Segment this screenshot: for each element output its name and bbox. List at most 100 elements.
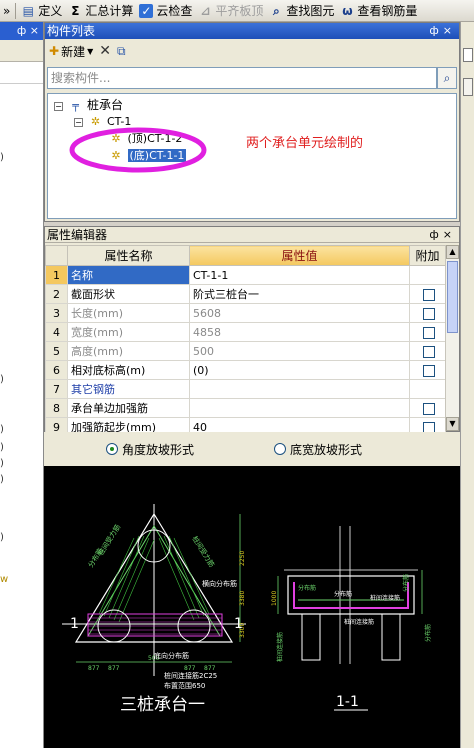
close-icon[interactable]: ×	[443, 24, 456, 37]
property-row[interactable]: 2 截面形状 阶式三桩台一	[45, 284, 446, 304]
view-rebar-button[interactable]: ω 查看钢筋量	[337, 1, 420, 21]
attach-checkbox[interactable]	[423, 402, 435, 415]
property-editor-panel: 属性编辑器 ф× 属性名称 属性值 附加 1 名称 CT-1-1 2 截面形状 阶式三桩台…	[44, 226, 460, 437]
rebar-label: 分布筋	[334, 590, 352, 598]
scroll-down-icon[interactable]: ▼	[446, 417, 459, 431]
find-element-button[interactable]: ⌕ 查找图元	[266, 1, 337, 21]
collapse-icon[interactable]: −	[54, 101, 63, 111]
summary-calc-button[interactable]: Σ 汇总计算	[65, 1, 136, 21]
attach-cell	[409, 379, 446, 399]
property-row[interactable]: 4 宽度(mm) 4858	[45, 322, 446, 342]
attach-checkbox[interactable]	[423, 326, 435, 339]
delete-icon[interactable]: ✕	[99, 43, 111, 59]
align-slab-top-button[interactable]: ⊿ 平齐板顶	[195, 1, 266, 21]
scroll-up-icon[interactable]: ▲	[446, 245, 459, 259]
search-placeholder: 搜索构件...	[51, 71, 111, 85]
property-row[interactable]: 6 相对底标高(m) (0)	[45, 360, 446, 380]
tree-root-label: 桩承台	[87, 98, 124, 112]
search-input[interactable]: 搜索构件...	[47, 67, 437, 89]
define-label: 定义	[38, 4, 63, 18]
attach-cell	[409, 284, 446, 304]
overflow-label: »	[3, 3, 11, 18]
property-value-cell[interactable]: 5608	[189, 303, 410, 323]
row-index: 6	[45, 360, 68, 380]
property-name-cell: 相对底标高(m)	[67, 360, 190, 380]
new-component-button[interactable]: ✚ 新建 ▼	[49, 43, 93, 60]
angle-slope-label: 角度放坡形式	[122, 442, 195, 457]
attach-checkbox[interactable]	[423, 345, 435, 358]
property-value-cell[interactable]: (0)	[189, 360, 410, 380]
pin-icon[interactable]: ф	[429, 24, 442, 37]
rebar-label: 分布筋	[86, 546, 105, 569]
slope-options: 角度放坡形式 底宽放坡形式	[44, 432, 460, 466]
property-row[interactable]: 3 长度(mm) 5608	[45, 303, 446, 323]
attach-cell	[409, 265, 446, 285]
component-list-panel: 构件列表 ф× ✚ 新建 ▼ ✕ ⧉ 搜索构件... ⌕ − ╤ 桩承台 − ✲…	[44, 22, 460, 222]
dim-text: 1000	[271, 591, 278, 606]
define-button[interactable]: ▤ 定义	[18, 1, 65, 21]
dim-text: 877	[108, 665, 120, 672]
property-value-cell[interactable]	[189, 379, 410, 399]
angle-slope-radio[interactable]: 角度放坡形式	[106, 441, 194, 458]
property-header-row: 属性名称 属性值 附加	[45, 245, 446, 266]
width-slope-label: 底宽放坡形式	[290, 442, 363, 457]
left-mark: )	[0, 374, 4, 385]
attach-checkbox[interactable]	[423, 307, 435, 320]
left-panel-row	[0, 62, 43, 84]
component-toolbar: ✚ 新建 ▼ ✕ ⧉	[45, 39, 459, 63]
search-button[interactable]: ⌕	[437, 67, 457, 89]
property-row[interactable]: 1 名称 CT-1-1	[45, 265, 446, 285]
property-name-cell: 宽度(mm)	[67, 322, 190, 342]
tree-node-root[interactable]: − ╤ 桩承台	[54, 98, 123, 113]
property-row[interactable]: 5 高度(mm) 500	[45, 341, 446, 361]
pin-icon[interactable]: ф	[429, 228, 442, 241]
property-row[interactable]: 7 其它钢筋	[45, 379, 446, 399]
property-value-cell[interactable]: CT-1-1	[189, 265, 410, 285]
left-mark: w	[0, 574, 9, 585]
attach-checkbox[interactable]	[423, 364, 435, 377]
section-pile-left	[301, 613, 321, 661]
right-tab[interactable]	[463, 78, 473, 96]
row-index: 8	[45, 398, 68, 418]
find-icon: ⌕	[273, 3, 280, 18]
property-editor-title: 属性编辑器	[47, 228, 108, 242]
close-icon[interactable]: ×	[30, 24, 39, 37]
attach-cell	[409, 341, 446, 361]
cad-drawing-svg: 877 877 877 877 500 3380 2250 3300 桩间受力筋…	[62, 504, 432, 715]
property-value-cell[interactable]: 4858	[189, 322, 410, 342]
header-attach: 附加	[409, 245, 446, 266]
cloud-check-button[interactable]: ✓ 云检查	[136, 1, 195, 21]
bottom-rebar-band	[87, 613, 223, 637]
property-name-cell: 截面形状	[67, 284, 190, 304]
property-row[interactable]: 8 承台单边加强筋	[45, 398, 446, 418]
annotation-note: 两个承台单元绘制的	[246, 136, 364, 151]
attach-cell	[409, 398, 446, 418]
left-mark: )	[0, 474, 4, 485]
right-tab[interactable]	[463, 48, 473, 62]
new-label: 新建	[61, 44, 86, 59]
property-value-cell[interactable]: 阶式三桩台一	[189, 284, 410, 304]
dim-text: 2250	[239, 551, 246, 566]
toolbar-separator	[15, 2, 17, 19]
close-icon[interactable]: ×	[443, 228, 456, 241]
property-name-cell: 名称	[67, 265, 190, 285]
search-icon: ⌕	[443, 71, 451, 85]
width-slope-radio[interactable]: 底宽放坡形式	[274, 441, 362, 458]
align-slab-icon: ⊿	[200, 3, 211, 18]
toolbar-overflow-button[interactable]: »	[0, 1, 13, 21]
property-value-cell[interactable]: 500	[189, 341, 410, 361]
find-element-label: 查找图元	[286, 4, 335, 18]
property-name-cell: 高度(mm)	[67, 341, 190, 361]
attach-checkbox[interactable]	[423, 288, 435, 301]
row-index: 3	[45, 303, 68, 323]
property-value-cell[interactable]	[189, 398, 410, 418]
property-scrollbar[interactable]: ▲ ▼	[445, 245, 459, 431]
rebar-label: 分布筋	[424, 624, 432, 642]
property-table: 属性名称 属性值 附加 1 名称 CT-1-1 2 截面形状 阶式三桩台一 3 长度(mm) 5…	[45, 245, 446, 437]
view-rebar-label: 查看钢筋量	[357, 4, 418, 18]
cloud-check-icon: ✓	[139, 3, 154, 18]
copy-icon[interactable]: ⧉	[117, 44, 126, 59]
scroll-thumb[interactable]	[447, 261, 458, 333]
property-name-cell: 其它钢筋	[67, 379, 190, 399]
pin-icon[interactable]: ф	[17, 24, 26, 37]
